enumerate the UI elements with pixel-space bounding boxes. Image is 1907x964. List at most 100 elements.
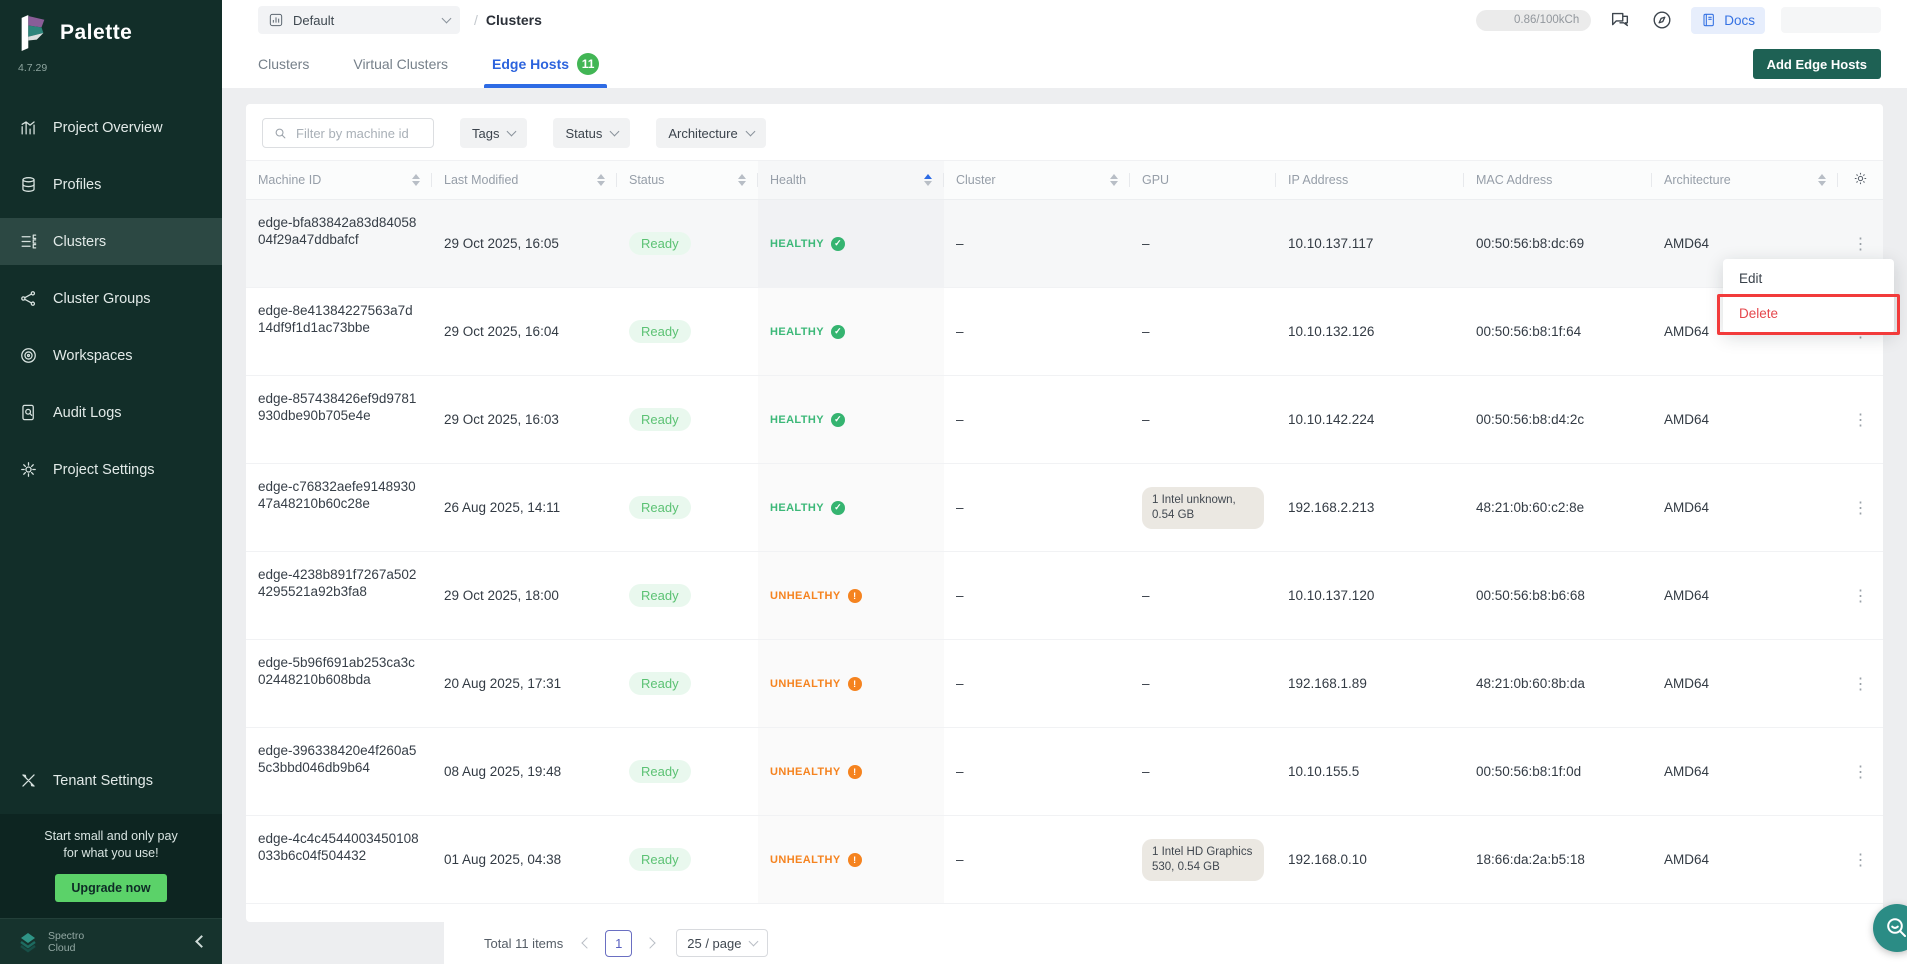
row-actions-kebab-icon[interactable]: ⋮ [1853, 410, 1869, 430]
row-actions-kebab-icon[interactable]: ⋮ [1853, 674, 1869, 694]
ip-address-cell: 10.10.137.117 [1276, 200, 1464, 287]
health-badge: UNHEALTHY [770, 853, 862, 867]
cluster-cell: – [944, 200, 1130, 287]
sidebar-item-project-overview[interactable]: Project Overview [0, 104, 222, 151]
sidebar-item-workspaces[interactable]: Workspaces [0, 332, 222, 379]
tags-filter-dropdown[interactable]: Tags [460, 118, 527, 148]
next-page-icon[interactable] [645, 937, 656, 948]
row-actions-kebab-icon[interactable]: ⋮ [1853, 762, 1869, 782]
column-header-last-modified[interactable]: Last Modified [432, 161, 617, 199]
status-cell: Ready [617, 640, 758, 727]
status-filter-dropdown[interactable]: Status [553, 118, 630, 148]
sidebar-item-project-settings[interactable]: Project Settings [0, 446, 222, 493]
sidebar-item-audit-logs[interactable]: Audit Logs [0, 389, 222, 436]
prev-page-icon[interactable] [582, 937, 593, 948]
row-actions-kebab-icon[interactable]: ⋮ [1853, 850, 1869, 870]
breadcrumb-clusters[interactable]: Clusters [486, 12, 542, 28]
sidebar-item-tenant-settings[interactable]: Tenant Settings [0, 757, 222, 804]
cluster-cell: – [944, 728, 1130, 815]
last-modified-cell: 29 Oct 2025, 16:04 [432, 288, 617, 375]
column-header-health[interactable]: Health [758, 161, 944, 199]
architecture-cell: AMD64 [1652, 816, 1838, 903]
row-actions-cell: ⋮ [1838, 376, 1883, 463]
architecture-cell: AMD64 [1652, 376, 1838, 463]
table-row-partial [246, 904, 1883, 922]
compass-explore-icon[interactable] [1649, 7, 1675, 33]
gpu-chip: 1 Intel HD Graphics 530, 0.54 GB [1142, 839, 1264, 881]
column-header-ip-address: IP Address [1276, 161, 1464, 199]
sort-icon [597, 174, 605, 186]
row-actions-kebab-icon[interactable]: ⋮ [1853, 498, 1869, 518]
row-actions-cell: ⋮ [1838, 816, 1883, 903]
feedback-chat-icon[interactable] [1607, 7, 1633, 33]
gpu-cell: – [1130, 728, 1276, 815]
search-input[interactable] [296, 126, 423, 141]
search-icon [273, 126, 288, 141]
column-header-mac-address: MAC Address [1464, 161, 1652, 199]
table-row: edge-c76832aefe914893047a48210b60c28e 26… [246, 464, 1883, 552]
column-header-architecture[interactable]: Architecture [1652, 161, 1838, 199]
last-modified-cell: 20 Aug 2025, 17:31 [432, 640, 617, 727]
health-cell: UNHEALTHY [758, 728, 944, 815]
column-settings-gear-icon[interactable] [1852, 170, 1869, 190]
machine-id-cell: edge-4238b891f7267a5024295521a92b3fa8 [246, 552, 432, 639]
row-actions-kebab-icon[interactable]: ⋮ [1853, 586, 1869, 606]
status-badge: Ready [629, 584, 691, 607]
chart-overview-icon [18, 118, 38, 138]
sidebar-item-cluster-groups[interactable]: Cluster Groups [0, 275, 222, 322]
health-status-icon [848, 589, 862, 603]
column-settings-cell [1838, 161, 1883, 199]
cluster-cell: – [944, 552, 1130, 639]
add-edge-hosts-button[interactable]: Add Edge Hosts [1753, 49, 1881, 79]
gpu-chip: 1 Intel unknown, 0.54 GB [1142, 487, 1264, 529]
sidebar-item-profiles[interactable]: Profiles [0, 161, 222, 208]
tab-clusters[interactable]: Clusters [258, 40, 309, 88]
collapse-sidebar-icon[interactable] [195, 935, 208, 948]
app-version: 4.7.29 [0, 54, 222, 74]
health-cell: HEALTHY [758, 288, 944, 375]
chevron-down-icon [610, 127, 620, 137]
machine-id-cell: edge-8e41384227563a7d14df9f1d1ac73bbe [246, 288, 432, 375]
column-header-status[interactable]: Status [617, 161, 758, 199]
sidebar-item-clusters[interactable]: Clusters [0, 218, 222, 265]
table-body: edge-bfa83842a83d8405804f29a47ddbafcf 29… [246, 200, 1883, 904]
column-header-machine-id[interactable]: Machine ID [246, 161, 432, 199]
edge-hosts-card: Tags Status Architecture Machine IDLast … [246, 104, 1883, 922]
project-scope-dropdown[interactable]: Default [258, 6, 460, 34]
context-menu-delete[interactable]: Delete [1723, 296, 1894, 331]
status-cell: Ready [617, 200, 758, 287]
architecture-cell: AMD64 [1652, 552, 1838, 639]
architecture-filter-dropdown[interactable]: Architecture [656, 118, 765, 148]
status-cell: Ready [617, 464, 758, 551]
page-number-button[interactable]: 1 [605, 930, 632, 957]
tab-virtual-clusters[interactable]: Virtual Clusters [353, 40, 448, 88]
pagination-bar: Total 11 items 1 25 / page [444, 922, 1907, 964]
architecture-cell: AMD64 [1652, 464, 1838, 551]
status-cell: Ready [617, 552, 758, 639]
mac-address-cell: 18:66:da:2a:b5:18 [1464, 816, 1652, 903]
tab-edge-hosts[interactable]: Edge Hosts 11 [492, 40, 599, 88]
architecture-cell: AMD64 [1652, 728, 1838, 815]
ip-address-cell: 192.168.1.89 [1276, 640, 1464, 727]
context-menu-edit[interactable]: Edit [1723, 261, 1894, 296]
page-size-select[interactable]: 25 / page [676, 929, 768, 957]
row-actions-cell: ⋮ [1838, 552, 1883, 639]
status-badge: Ready [629, 408, 691, 431]
docs-button[interactable]: Docs [1691, 7, 1765, 34]
column-header-cluster[interactable]: Cluster [944, 161, 1130, 199]
upgrade-now-button[interactable]: Upgrade now [55, 874, 166, 902]
magnifier-smile-icon [1884, 915, 1907, 941]
status-badge: Ready [629, 232, 691, 255]
health-badge: HEALTHY [770, 413, 845, 427]
last-modified-cell: 29 Oct 2025, 16:03 [432, 376, 617, 463]
content-area: Tags Status Architecture Machine IDLast … [222, 88, 1907, 964]
row-actions-kebab-icon[interactable]: ⋮ [1853, 234, 1869, 254]
ip-address-cell: 10.10.155.5 [1276, 728, 1464, 815]
mac-address-cell: 00:50:56:b8:d4:2c [1464, 376, 1652, 463]
mac-address-cell: 48:21:0b:60:8b:da [1464, 640, 1652, 727]
usage-badge: 0.86/100kCh [1476, 10, 1591, 31]
gpu-cell: – [1130, 200, 1276, 287]
status-badge: Ready [629, 760, 691, 783]
health-cell: UNHEALTHY [758, 552, 944, 639]
machine-id-cell: edge-396338420e4f260a55c3bbd046db9b64 [246, 728, 432, 815]
